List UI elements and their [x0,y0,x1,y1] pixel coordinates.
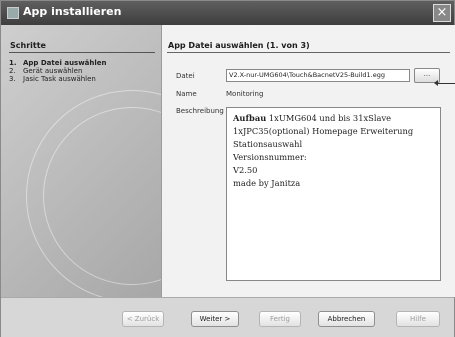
description-line: Versionsnummer: [233,152,307,162]
datei-label: Datei [176,72,195,80]
steps-title: Schritte [10,41,46,50]
app-icon [7,7,19,19]
step-item: 2. Gerät auswählen [9,67,159,75]
step-number: 3. [9,75,16,83]
cancel-button[interactable]: Abbrechen [318,311,375,327]
description-line: V2.50 [233,165,258,175]
finish-button[interactable]: Fertig [259,311,301,327]
name-label: Name [176,90,197,98]
main-content: App Datei auswählen (1. von 3) Datei V2.… [161,25,455,297]
description-line: made by Janitza [233,178,301,188]
step-label: App Datei auswählen [23,59,107,67]
description-line: Stationsauswahl [233,139,303,149]
title-bar: App installieren × [1,1,454,25]
back-button[interactable]: < Zurück [122,311,164,327]
step-label: Gerät auswählen [23,67,83,75]
step-number: 1. [9,59,17,67]
description-line: 1xJPC35(optional) Homepage Erweiterung [233,126,414,136]
description-text: 1xUMG604 und bis 31xSlave [266,113,392,123]
steps-list: 1. App Datei auswählen 2. Gerät auswähle… [9,59,159,83]
button-bar: < Zurück Weiter > Fertig Abbrechen Hilfe [1,297,454,337]
steps-sidebar: Schritte 1. App Datei auswählen 2. Gerät… [1,25,161,297]
help-button[interactable]: Hilfe [396,311,440,327]
description-line: Aufbau 1xUMG604 und bis 31xSlave [233,112,434,125]
description-bold-text: Aufbau [233,113,267,123]
divider [167,52,450,53]
name-value: Monitoring [226,90,264,98]
pointer-arrow-icon [434,80,455,86]
step-item: 3. Jasic Task auswählen [9,75,159,83]
beschreibung-label: Beschreibung [176,107,224,115]
step-item: 1. App Datei auswählen [9,59,159,67]
file-path-field[interactable]: V2.X-nur-UMG604\Touch&BacnetV25-Build1.e… [226,69,410,82]
step-number: 2. [9,67,16,75]
close-button[interactable]: × [433,4,451,22]
window-title: App installieren [23,5,122,18]
install-app-window: App installieren × Schritte 1. App Datei… [0,0,455,337]
description-box: Aufbau 1xUMG604 und bis 31xSlave 1xJPC35… [226,107,441,281]
next-button[interactable]: Weiter > [191,311,239,327]
divider [9,52,155,53]
page-title: App Datei auswählen (1. von 3) [168,41,310,50]
step-label: Jasic Task auswählen [23,75,96,83]
